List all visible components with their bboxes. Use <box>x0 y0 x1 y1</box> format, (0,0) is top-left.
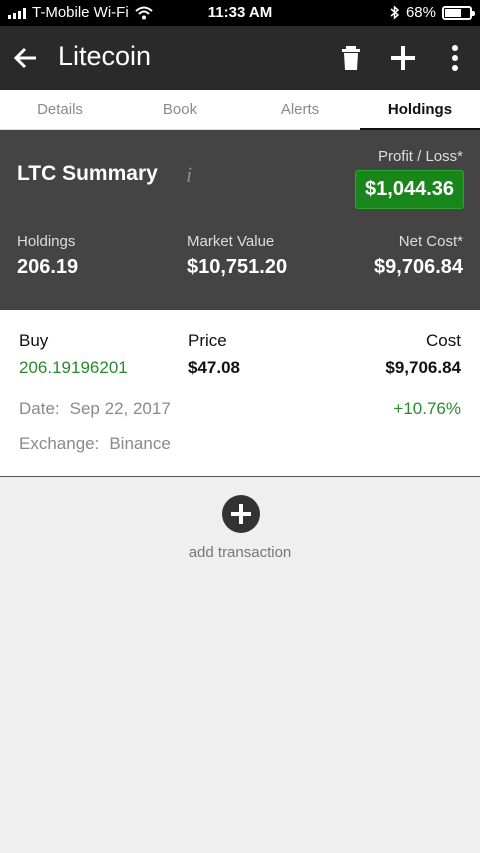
tab-bar: Details Book Alerts Holdings <box>0 90 480 130</box>
app-bar: Litecoin <box>0 26 480 90</box>
page-title: Litecoin <box>58 41 152 71</box>
tab-details[interactable]: Details <box>0 90 120 129</box>
transaction-row[interactable]: Buy 206.19196201 Price $47.08 Cost $9,70… <box>0 310 480 477</box>
transaction-type: Buy <box>19 331 49 350</box>
status-right: 68% <box>390 4 475 21</box>
market-value-value: $10,751.20 <box>187 256 288 278</box>
add-transaction-label[interactable]: add transaction <box>0 544 480 561</box>
tab-book[interactable]: Book <box>120 90 240 129</box>
battery-icon <box>442 5 475 20</box>
date-row: Date: Sep 22, 2017 <box>19 399 171 419</box>
market-value-label: Market Value <box>187 233 275 250</box>
plus-icon[interactable] <box>386 40 420 76</box>
transaction-amount: 206.19196201 <box>19 358 128 377</box>
net-cost-label: Net Cost* <box>398 233 463 250</box>
change-percent: +10.76% <box>393 399 461 418</box>
trash-icon[interactable] <box>336 40 370 76</box>
price-value: $47.08 <box>188 358 240 377</box>
info-icon[interactable]: i <box>186 162 192 188</box>
add-transaction-button[interactable] <box>222 495 260 533</box>
exchange-label: Exchange: <box>19 434 100 453</box>
net-cost-value: $9,706.84 <box>374 256 463 278</box>
exchange-row: Exchange: Binance <box>19 434 171 454</box>
cost-value: $9,706.84 <box>385 358 461 377</box>
ltc-summary-panel: LTC Summary i Profit / Loss* $1,044.36 H… <box>0 130 480 310</box>
price-label: Price <box>188 331 227 350</box>
tab-alerts[interactable]: Alerts <box>240 90 360 129</box>
profit-loss-badge: $1,044.36 <box>355 170 464 209</box>
tab-holdings[interactable]: Holdings <box>360 90 480 130</box>
holdings-value: 206.19 <box>17 256 79 278</box>
date-label: Date: <box>19 399 60 418</box>
profit-loss-label: Profit / Loss* <box>377 148 463 165</box>
date-value: Sep 22, 2017 <box>69 399 171 418</box>
battery-level <box>445 8 462 17</box>
bluetooth-icon <box>390 5 400 20</box>
exchange-value: Binance <box>109 434 171 453</box>
back-arrow-icon[interactable] <box>10 42 42 74</box>
status-bar: T-Mobile Wi-Fi 11:33 AM 68% <box>0 0 480 26</box>
cost-label: Cost <box>426 331 461 350</box>
holdings-label: Holdings <box>17 233 76 250</box>
battery-percent: 68% <box>405 4 436 21</box>
summary-title: LTC Summary <box>17 162 158 185</box>
more-vertical-icon[interactable] <box>438 40 472 76</box>
